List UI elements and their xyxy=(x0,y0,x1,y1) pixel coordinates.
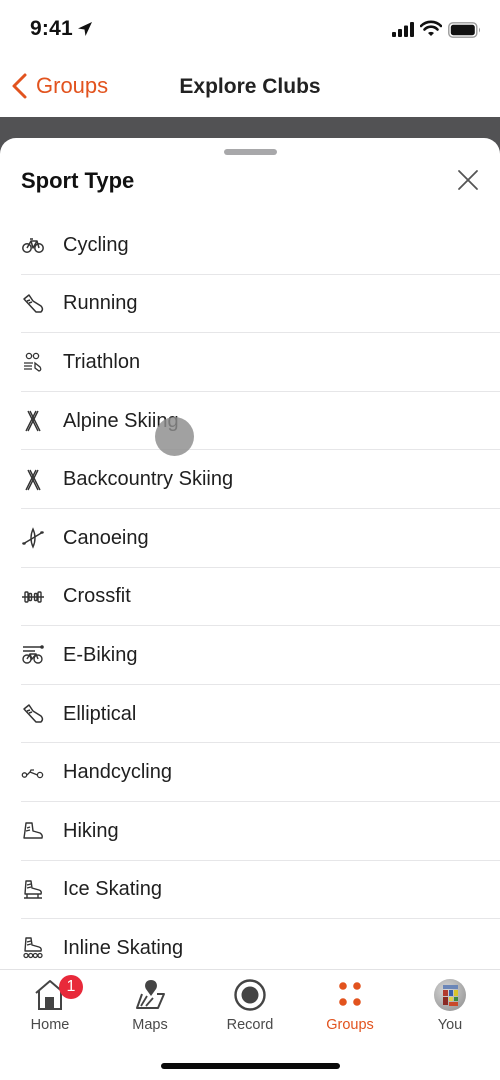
tab-maps[interactable]: Maps xyxy=(100,970,200,1040)
navigation-bar: Groups Explore Clubs xyxy=(0,60,500,117)
ebike-icon xyxy=(22,645,44,665)
tab-record[interactable]: Record xyxy=(200,970,300,1040)
sport-item-ice-skating[interactable]: Ice Skating xyxy=(0,861,500,920)
bicycle-icon xyxy=(22,238,44,254)
avatar xyxy=(434,979,466,1011)
battery-icon xyxy=(448,22,480,38)
tab-label: Maps xyxy=(132,1017,168,1033)
sport-item-e-biking[interactable]: E-Biking xyxy=(0,626,500,685)
groups-icon xyxy=(339,982,361,1006)
sport-item-running[interactable]: Running xyxy=(0,275,500,334)
status-time: 9:41 xyxy=(30,17,73,40)
ice-skate-icon xyxy=(24,880,42,899)
sport-label: Inline Skating xyxy=(63,936,184,959)
handcycle-icon xyxy=(21,768,44,778)
tab-groups[interactable]: Groups xyxy=(300,970,400,1040)
tab-label: Record xyxy=(226,1017,274,1033)
sport-label: Canoeing xyxy=(63,526,149,549)
sport-label: Crossfit xyxy=(63,585,131,608)
canoe-icon xyxy=(22,527,44,549)
close-icon[interactable] xyxy=(455,167,481,193)
sport-item-canoeing[interactable]: Canoeing xyxy=(0,509,500,568)
touch-indicator xyxy=(155,417,194,456)
sport-label: Backcountry Skiing xyxy=(63,468,234,491)
sport-label: E-Biking xyxy=(63,643,138,666)
notification-badge: 1 xyxy=(59,975,83,999)
sport-label: Running xyxy=(63,292,138,315)
sport-item-cycling[interactable]: Cycling xyxy=(0,216,500,275)
avatar-wrapper xyxy=(433,978,467,1012)
page-title: Explore Clubs xyxy=(179,75,321,98)
record-icon xyxy=(234,979,266,1011)
avatar-image xyxy=(443,985,458,1006)
status-bar: 9:41 xyxy=(0,0,500,60)
sheet-title: Sport Type xyxy=(21,168,135,193)
cellular-signal-icon xyxy=(392,22,414,37)
sport-item-inline-skating[interactable]: Inline Skating xyxy=(0,919,500,970)
sheet-grabber-handle[interactable] xyxy=(224,149,277,155)
hiking-boot-icon xyxy=(23,822,43,839)
inline-skate-icon xyxy=(23,937,43,959)
sport-item-elliptical[interactable]: Elliptical xyxy=(0,685,500,744)
sport-label: Hiking xyxy=(63,819,119,842)
sport-label: Elliptical xyxy=(63,702,137,725)
tab-label: Home xyxy=(30,1017,70,1033)
sport-label: Ice Skating xyxy=(63,878,162,901)
sport-label: Triathlon xyxy=(63,350,141,373)
triathlon-icon xyxy=(24,353,42,373)
dumbbell-icon xyxy=(22,591,44,603)
sport-type-sheet: Sport Type Cycling Running Triathlon Alp… xyxy=(0,138,500,970)
running-shoe-icon xyxy=(23,294,44,313)
wifi-icon xyxy=(420,20,442,36)
skis-icon xyxy=(25,410,41,432)
sport-label: Cycling xyxy=(63,233,129,256)
sport-item-hiking[interactable]: Hiking xyxy=(0,802,500,861)
sport-item-triathlon[interactable]: Triathlon xyxy=(0,333,500,392)
tab-label: You xyxy=(437,1017,463,1033)
sport-item-handcycling[interactable]: Handcycling xyxy=(0,743,500,802)
sport-item-backcountry-skiing[interactable]: Backcountry Skiing xyxy=(0,450,500,509)
skis-icon xyxy=(25,469,41,490)
sport-label: Handcycling xyxy=(63,761,172,784)
location-arrow-icon xyxy=(78,22,92,36)
sport-item-crossfit[interactable]: Crossfit xyxy=(0,568,500,627)
tab-label: Groups xyxy=(326,1017,374,1033)
sneaker-icon xyxy=(23,704,44,723)
map-pin-icon xyxy=(136,980,165,1009)
sport-item-alpine-skiing[interactable]: Alpine Skiing xyxy=(0,392,500,451)
sport-type-list: Cycling Running Triathlon Alpine Skiing xyxy=(0,216,500,970)
tab-you[interactable]: You xyxy=(400,970,500,1040)
tab-home[interactable]: 1 Home xyxy=(0,970,100,1040)
home-indicator[interactable] xyxy=(161,1063,340,1069)
